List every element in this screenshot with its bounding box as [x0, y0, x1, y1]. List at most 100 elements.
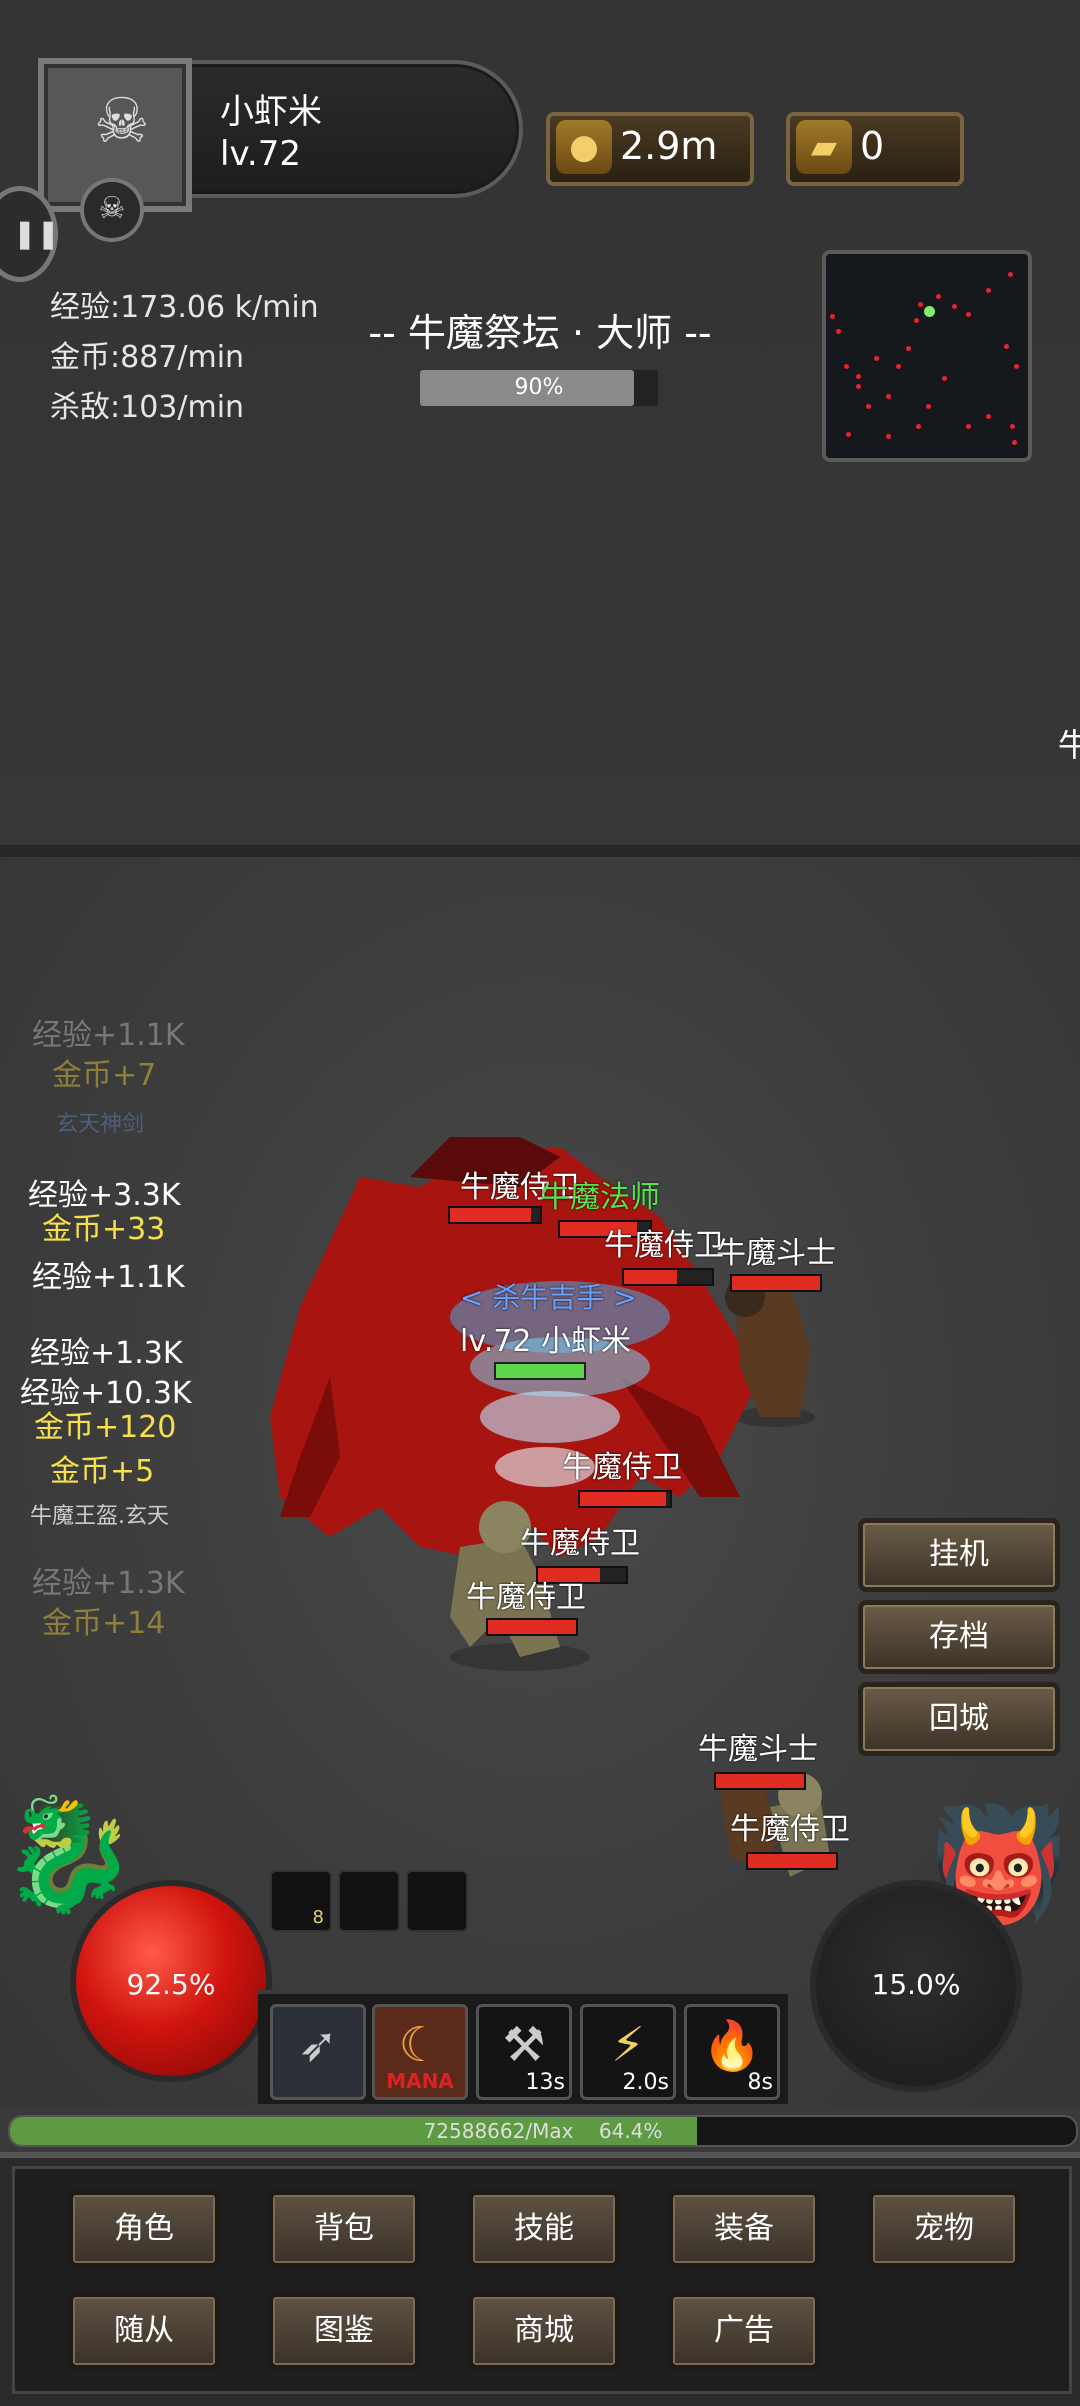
minimap-player-dot — [924, 306, 935, 317]
mana-label: MANA — [386, 2069, 454, 2093]
mp-orb-value: 15.0% — [871, 1968, 961, 2001]
log-entry: 金币+14 — [42, 1606, 166, 1641]
minimap-enemy-dot — [966, 424, 971, 429]
log-entry: 金币+5 — [50, 1454, 155, 1489]
panel-divider — [0, 845, 1080, 857]
minimap-enemy-dot — [874, 356, 879, 361]
menu-pet-button[interactable]: 宠物 — [868, 2190, 1020, 2268]
minimap-enemy-dot — [1004, 344, 1009, 349]
mob-label: 牛魔法师 — [540, 1180, 660, 1215]
buff-slot — [406, 1870, 468, 1932]
minimap-enemy-dot — [1010, 424, 1015, 429]
mob-hp-bar — [578, 1490, 672, 1508]
log-entry: 牛魔王盔.玄天 — [30, 1504, 169, 1529]
skull-badge-icon: ☠ — [80, 178, 144, 242]
skill-slot-1[interactable]: ➶ — [270, 2004, 366, 2100]
menu-character-button[interactable]: 角色 — [68, 2190, 220, 2268]
pause-icon: ❚❚ — [13, 217, 60, 250]
buff-slot-count: 8 — [312, 1907, 324, 1928]
skill-slot-3[interactable]: ⚒ 13s — [476, 2004, 572, 2100]
lightning-skill-icon: ⚡ — [611, 2017, 645, 2073]
minimap-enemy-dot — [926, 404, 931, 409]
return-town-button[interactable]: 回城 — [858, 1682, 1060, 1756]
skill-cooldown: 2.0s — [622, 2070, 669, 2095]
hp-orb-value: 92.5% — [126, 1968, 216, 2001]
idle-button[interactable]: 挂机 — [858, 1518, 1060, 1592]
minimap-enemy-dot — [914, 318, 919, 323]
minimap-enemy-dot — [986, 288, 991, 293]
exp-bar: 72588662/Max 64.4% — [8, 2115, 1078, 2147]
minimap-enemy-dot — [836, 329, 841, 334]
mob-hp-bar — [486, 1618, 578, 1636]
minimap-enemy-dot — [844, 364, 849, 369]
skill-slot-4[interactable]: ⚡ 2.0s — [580, 2004, 676, 2100]
gold-value: 2.9m — [620, 124, 718, 168]
mob-hp-bar — [730, 1274, 822, 1292]
gold-rate: 金币:887/min — [50, 340, 245, 375]
minimap-enemy-dot — [856, 374, 861, 379]
gold-ingot-icon: ▰ — [796, 120, 852, 174]
menu-codex-button[interactable]: 图鉴 — [268, 2292, 420, 2370]
skill-cooldown: 13s — [525, 2070, 565, 2095]
log-entry: 金币+33 — [42, 1212, 166, 1247]
log-entry: 玄天神剑 — [56, 1112, 145, 1137]
skill-cooldown: 8s — [747, 2070, 773, 2095]
log-entry: 经验+1.1K — [32, 1018, 185, 1053]
skull-gear-icon: ☠ — [94, 84, 150, 157]
menu-ads-button[interactable]: 广告 — [668, 2292, 820, 2370]
log-entry: 经验+1.1K — [32, 1260, 185, 1295]
mob-label: 牛魔侍卫 — [466, 1580, 586, 1615]
skill-slot-2[interactable]: ☾ MANA — [372, 2004, 468, 2100]
dash-skill-icon: ➶ — [297, 2017, 339, 2073]
minimap-enemy-dot — [906, 346, 911, 351]
buff-slot — [338, 1870, 400, 1932]
mob-hp-bar — [746, 1852, 838, 1870]
minimap-enemy-dot — [886, 434, 891, 439]
log-entry: 金币+120 — [34, 1410, 177, 1445]
exp-text: 72588662/Max 64.4% — [423, 2119, 663, 2143]
player-label: lv.72 小虾米 — [460, 1324, 632, 1359]
mob-label: 牛魔侍卫 — [604, 1228, 724, 1263]
minimap-enemy-dot — [1008, 272, 1013, 277]
gold-coins-icon: ● — [556, 120, 612, 174]
mob-label: 牛魔侍卫 — [562, 1450, 682, 1485]
mob-label: 牛魔侍卫 — [730, 1812, 850, 1847]
axe-skill-icon: ⚒ — [502, 2017, 546, 2073]
mob-hp-bar — [714, 1772, 806, 1790]
menu-shop-button[interactable]: 商城 — [468, 2292, 620, 2370]
stage-progress-bar: 90% — [420, 370, 658, 406]
kill-rate: 杀敌:103/min — [50, 390, 245, 425]
minimap[interactable] — [822, 250, 1032, 462]
kill-title: < 杀牛吉手 > — [460, 1281, 637, 1314]
minimap-enemy-dot — [830, 314, 835, 319]
minimap-enemy-dot — [986, 414, 991, 419]
minimap-enemy-dot — [856, 384, 861, 389]
stage-progress-label: 90% — [514, 375, 564, 400]
skill-slot-5[interactable]: 🔥 8s — [684, 2004, 780, 2100]
offscreen-mob-label: 牛 — [1058, 726, 1080, 764]
minimap-enemy-dot — [952, 304, 957, 309]
menu-skills-button[interactable]: 技能 — [468, 2190, 620, 2268]
minimap-enemy-dot — [942, 376, 947, 381]
save-button[interactable]: 存档 — [858, 1600, 1060, 1674]
log-entry: 金币+7 — [52, 1058, 157, 1093]
player-name-plate — [160, 60, 523, 198]
minimap-enemy-dot — [896, 364, 901, 369]
minimap-enemy-dot — [1014, 364, 1019, 369]
stage-title: -- 牛魔祭坛 · 大师 -- — [368, 311, 712, 355]
minimap-enemy-dot — [936, 294, 941, 299]
player-hp-bar — [494, 1362, 586, 1380]
menu-bag-button[interactable]: 背包 — [268, 2190, 420, 2268]
buff-slot: 8 — [270, 1870, 332, 1932]
mp-orb: 15.0% — [810, 1880, 1022, 2092]
minimap-enemy-dot — [886, 394, 891, 399]
player-name: 小虾米 — [220, 92, 322, 132]
menu-equipment-button[interactable]: 装备 — [668, 2190, 820, 2268]
log-entry: 经验+1.3K — [32, 1566, 185, 1601]
ingot-counter: ▰ 0 — [786, 112, 964, 186]
minimap-enemy-dot — [866, 404, 871, 409]
mob-label: 牛魔侍卫 — [520, 1526, 640, 1561]
hp-orb: 92.5% — [70, 1880, 272, 2082]
menu-follower-button[interactable]: 随从 — [68, 2292, 220, 2370]
mob-label: 牛魔斗士 — [698, 1732, 818, 1767]
